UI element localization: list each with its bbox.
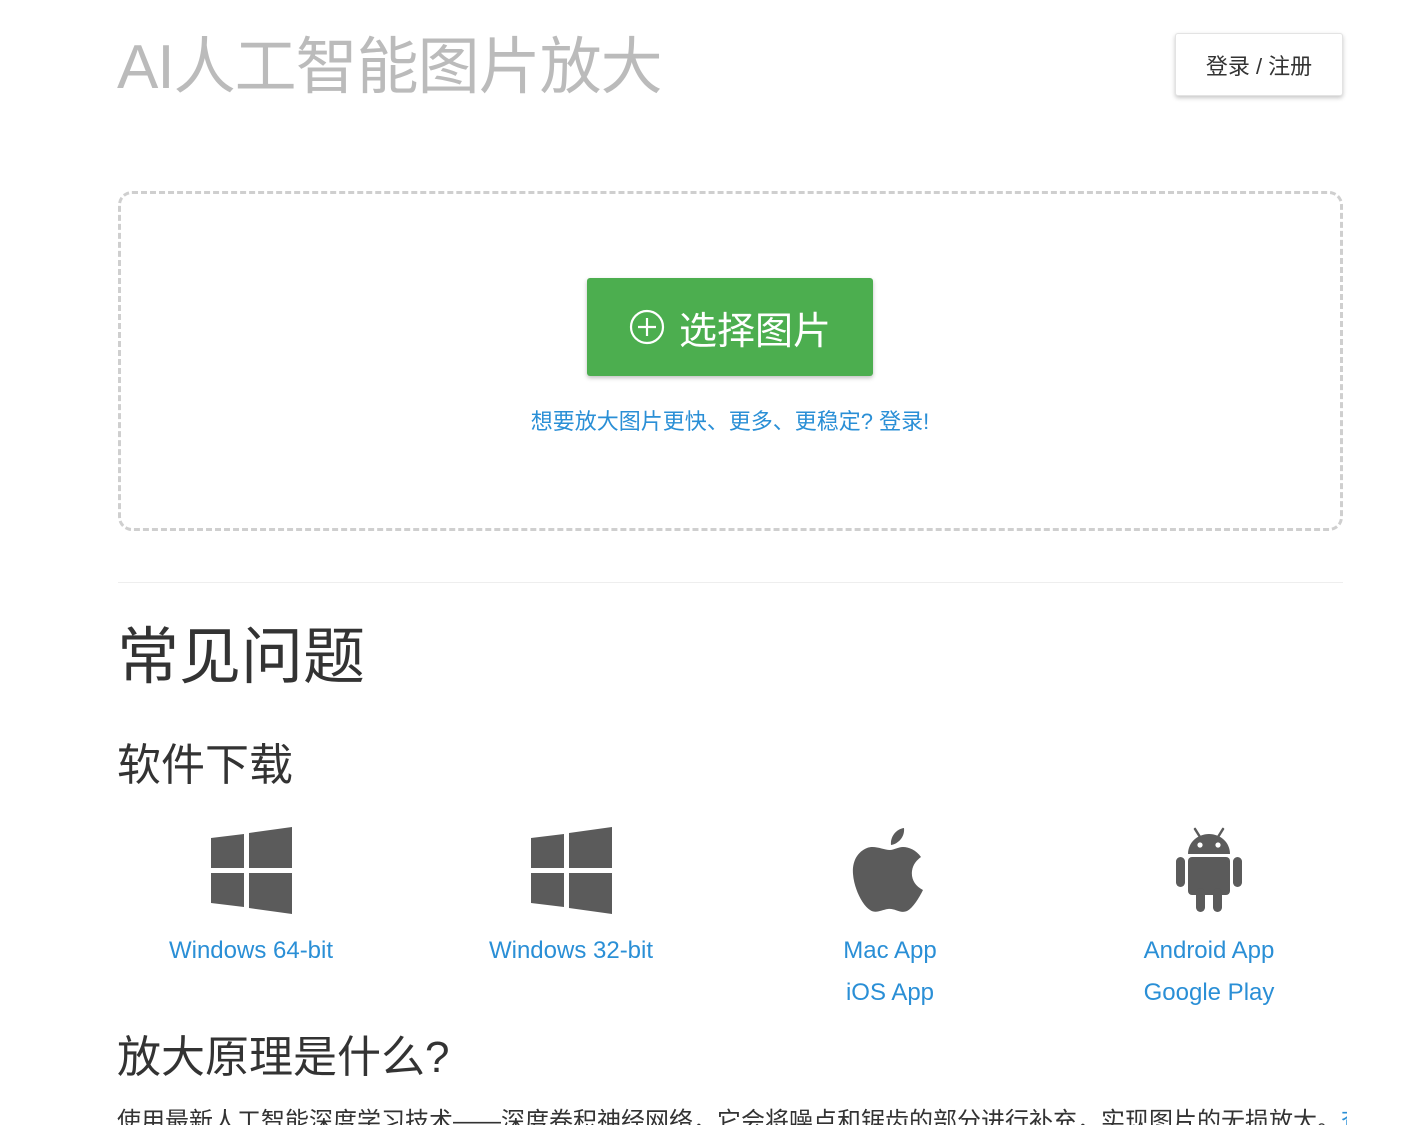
download-android: Android App Google Play (1049, 826, 1369, 1014)
downloads-title: 软件下载 (117, 741, 293, 790)
principle-paragraph: 使用最新人工智能深度学习技术——深度卷积神经网络，它会将噪点和锯齿的部分进行补充… (117, 1104, 1347, 1125)
section-divider (118, 582, 1343, 583)
download-windows-64: Windows 64-bit (91, 826, 411, 972)
login-hint-link[interactable]: 想要放大图片更快、更多、更稳定? 登录! (0, 406, 1406, 438)
principle-title: 放大原理是什么? (117, 1033, 450, 1082)
windows-64-link[interactable]: Windows 64-bit (91, 930, 411, 972)
principle-more-link[interactable]: 查看 (1341, 1108, 1347, 1125)
android-app-link[interactable]: Android App (1049, 930, 1369, 972)
download-apple: Mac App iOS App (730, 826, 1050, 1014)
mac-app-link[interactable]: Mac App (730, 930, 1050, 972)
page: AI人工智能图片放大 登录 / 注册 选择图片 想要放大图片更快、更多、更稳定?… (0, 0, 1406, 1125)
plus-circle-icon (629, 309, 665, 345)
download-windows-32: Windows 32-bit (411, 826, 731, 972)
site-title: AI人工智能图片放大 (117, 33, 663, 102)
android-icon (1176, 827, 1242, 912)
apple-icon (852, 828, 923, 912)
select-image-button[interactable]: 选择图片 (587, 278, 873, 376)
google-play-link[interactable]: Google Play (1049, 972, 1369, 1014)
select-image-label: 选择图片 (678, 310, 831, 353)
ios-app-link[interactable]: iOS App (730, 972, 1050, 1014)
windows-icon (211, 827, 292, 914)
principle-text: 使用最新人工智能深度学习技术——深度卷积神经网络，它会将噪点和锯齿的部分进行补充… (117, 1108, 1341, 1125)
windows-icon (531, 827, 612, 914)
windows-32-link[interactable]: Windows 32-bit (411, 930, 731, 972)
faq-title: 常见问题 (117, 623, 366, 692)
login-register-button[interactable]: 登录 / 注册 (1175, 33, 1343, 96)
